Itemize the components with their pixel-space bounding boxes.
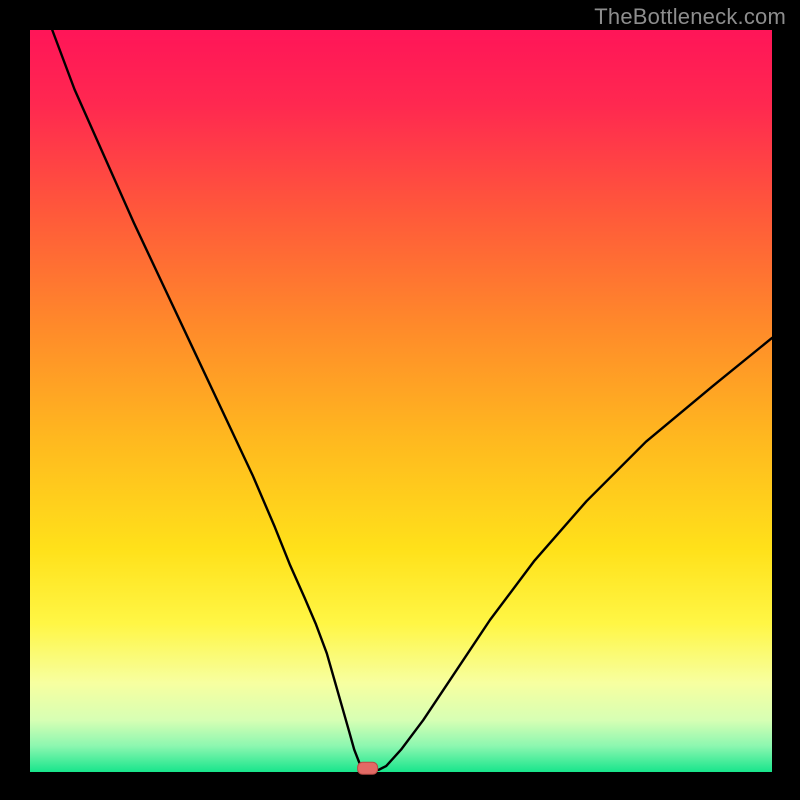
optimal-point-marker bbox=[358, 762, 378, 774]
watermark-text: TheBottleneck.com bbox=[594, 4, 786, 30]
bottleneck-chart bbox=[0, 0, 800, 800]
chart-stage: TheBottleneck.com bbox=[0, 0, 800, 800]
gradient-background bbox=[30, 30, 772, 772]
